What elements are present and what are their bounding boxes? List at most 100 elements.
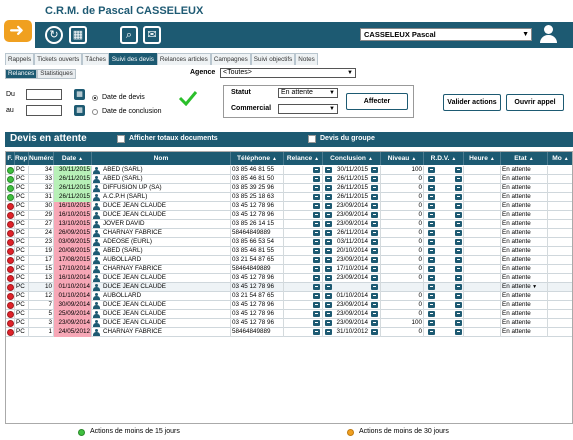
relance-edit-icon[interactable] (313, 275, 320, 281)
date-from-input[interactable] (26, 89, 62, 100)
relance-edit-icon[interactable] (313, 293, 320, 299)
etat-cell[interactable]: En attente (501, 301, 548, 310)
etat-cell[interactable]: En attente (501, 184, 548, 193)
heure-cell[interactable] (464, 220, 501, 229)
contact-icon[interactable] (93, 194, 100, 201)
conclusion-calendar-icon[interactable] (371, 194, 378, 200)
commercial-select[interactable]: ▼ (278, 104, 338, 114)
heure-cell[interactable] (464, 283, 501, 292)
table-row[interactable]: PC 34 30/11/2015 ABED (SARL) 03 85 46 81 55 3… (6, 166, 572, 175)
table-row[interactable]: PC 27 13/10/2015 JOVER DAVID 03 85 26 14 15 2… (6, 220, 572, 229)
rdv-edit-icon[interactable] (428, 257, 435, 263)
etat-cell[interactable]: En attente (501, 220, 548, 229)
conclusion-calendar-icon[interactable] (371, 176, 378, 182)
conclusion-calendar-icon[interactable] (371, 248, 378, 254)
rdv-edit-icon[interactable] (428, 320, 435, 326)
contact-icon[interactable] (93, 248, 100, 255)
conclusion-edit-icon[interactable] (325, 230, 332, 236)
rdv-calendar-icon[interactable] (455, 176, 462, 182)
niveau-cell[interactable]: 0 (381, 301, 424, 310)
tab-taches[interactable]: Tâches (82, 53, 109, 65)
conclusion-calendar-icon[interactable] (371, 239, 378, 245)
conclusion-edit-icon[interactable] (325, 302, 332, 308)
radio-date-conclusion[interactable] (92, 109, 98, 115)
rdv-edit-icon[interactable] (428, 302, 435, 308)
relance-edit-icon[interactable] (313, 230, 320, 236)
conclusion-edit-icon[interactable] (325, 167, 332, 173)
conclusion-calendar-icon[interactable] (371, 302, 378, 308)
etat-cell[interactable]: En attente (501, 238, 548, 247)
conclusion-calendar-icon[interactable] (371, 257, 378, 263)
table-row[interactable]: PC 13 16/10/2014 DUCE JEAN CLAUDE 03 45 12 7… (6, 274, 572, 283)
rdv-edit-icon[interactable] (428, 248, 435, 254)
contact-icon[interactable] (93, 293, 100, 300)
groupe-checkbox[interactable] (308, 135, 316, 143)
relance-edit-icon[interactable] (313, 320, 320, 326)
conclusion-calendar-icon[interactable] (371, 311, 378, 317)
rdv-calendar-icon[interactable] (455, 266, 462, 272)
tab-campagnes[interactable]: Campagnes (210, 53, 251, 65)
conclusion-edit-icon[interactable] (325, 329, 332, 335)
niveau-cell[interactable]: 0 (381, 211, 424, 220)
conclusion-calendar-icon[interactable] (371, 212, 378, 218)
niveau-cell[interactable]: 0 (381, 247, 424, 256)
rdv-calendar-icon[interactable] (455, 185, 462, 191)
column-header[interactable]: Nom (92, 152, 231, 165)
niveau-cell[interactable]: 0 (381, 184, 424, 193)
refresh-icon[interactable]: ↻ (45, 26, 63, 44)
heure-cell[interactable] (464, 175, 501, 184)
contact-icon[interactable] (93, 185, 100, 192)
rdv-calendar-icon[interactable] (455, 302, 462, 308)
tab-suivi-des-devis[interactable]: Suivi des devis (108, 53, 157, 65)
column-header[interactable]: Heure ▲ (464, 152, 501, 165)
rdv-calendar-icon[interactable] (455, 230, 462, 236)
rdv-calendar-icon[interactable] (455, 275, 462, 281)
rdv-calendar-icon[interactable] (455, 167, 462, 173)
conclusion-calendar-icon[interactable] (371, 185, 378, 191)
niveau-cell[interactable]: 0 (381, 292, 424, 301)
column-header[interactable]: Numéro (29, 152, 54, 165)
rdv-edit-icon[interactable] (428, 275, 435, 281)
apply-check-icon[interactable] (178, 90, 198, 106)
contact-icon[interactable] (93, 239, 100, 246)
heure-cell[interactable] (464, 193, 501, 202)
etat-cell[interactable]: En attente (501, 256, 548, 265)
calculator-icon[interactable]: ▦ (69, 26, 87, 44)
conclusion-edit-icon[interactable] (325, 311, 332, 317)
subtab-relances[interactable]: Relances (5, 69, 38, 79)
relance-edit-icon[interactable] (313, 257, 320, 263)
tab-rappels[interactable]: Rappels (5, 53, 35, 65)
relance-edit-icon[interactable] (313, 248, 320, 254)
rdv-edit-icon[interactable] (428, 212, 435, 218)
agence-select[interactable]: <Toutes> ▼ (220, 68, 356, 78)
table-row[interactable]: PC 5 25/09/2014 DUCE JEAN CLAUDE 03 45 12 78… (6, 310, 572, 319)
heure-cell[interactable] (464, 265, 501, 274)
table-row[interactable]: PC 7 30/09/2014 DUCE JEAN CLAUDE 03 45 12 78… (6, 301, 572, 310)
etat-dropdown-icon[interactable]: ▼ (531, 284, 537, 290)
table-row[interactable]: PC 17 17/08/2015 AUBOLLARD 03 21 54 87 65 23/… (6, 256, 572, 265)
conclusion-calendar-icon[interactable] (371, 203, 378, 209)
conclusion-calendar-icon[interactable] (371, 167, 378, 173)
date-to-input[interactable] (26, 105, 62, 116)
relance-edit-icon[interactable] (313, 203, 320, 209)
table-row[interactable]: PC 32 26/11/2015 DIFFUSION UP (SA) 03 85 39 … (6, 184, 572, 193)
contact-icon[interactable] (93, 257, 100, 264)
conclusion-edit-icon[interactable] (325, 248, 332, 254)
rdv-edit-icon[interactable] (428, 230, 435, 236)
rdv-edit-icon[interactable] (428, 185, 435, 191)
relance-edit-icon[interactable] (313, 239, 320, 245)
conclusion-edit-icon[interactable] (325, 320, 332, 326)
conclusion-calendar-icon[interactable] (371, 230, 378, 236)
rdv-edit-icon[interactable] (428, 203, 435, 209)
niveau-cell[interactable]: 0 (381, 256, 424, 265)
rdv-edit-icon[interactable] (428, 194, 435, 200)
conclusion-calendar-icon[interactable] (371, 221, 378, 227)
heure-cell[interactable] (464, 238, 501, 247)
back-arrow-icon[interactable]: ➜ (4, 20, 32, 42)
conclusion-edit-icon[interactable] (325, 257, 332, 263)
conclusion-edit-icon[interactable] (325, 239, 332, 245)
niveau-cell[interactable]: 0 (381, 175, 424, 184)
table-row[interactable]: PC 24 26/09/2015 CHARNAY FABRICE 58464849889… (6, 229, 572, 238)
conclusion-calendar-icon[interactable] (371, 266, 378, 272)
heure-cell[interactable] (464, 319, 501, 328)
